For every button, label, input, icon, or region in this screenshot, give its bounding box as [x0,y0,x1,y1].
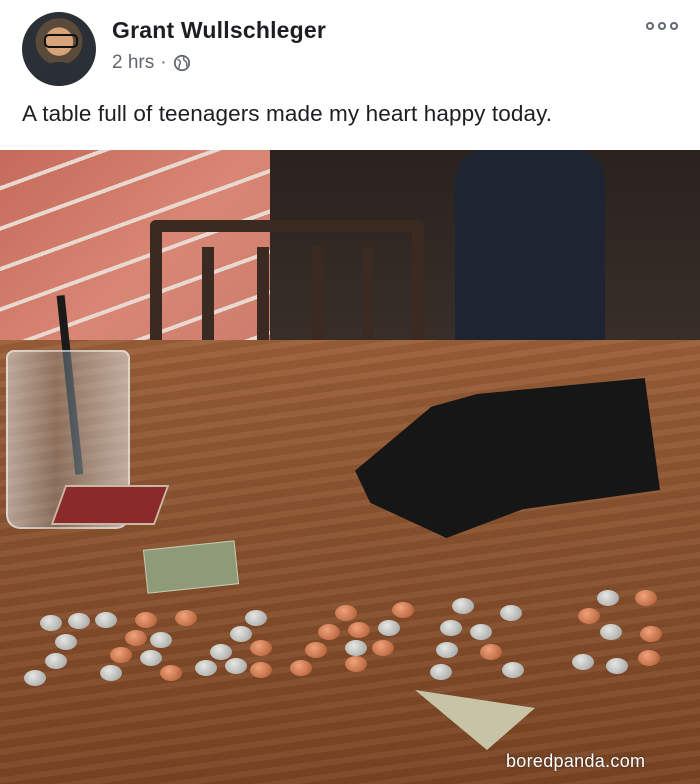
coin [100,665,122,681]
coin [500,605,522,621]
coin [318,624,340,640]
coin [600,624,622,640]
coin [250,662,272,678]
coin [95,612,117,628]
coin [140,650,162,666]
coin [110,647,132,663]
coin [250,640,272,656]
watermark: boredpanda.com [506,751,646,771]
author-avatar[interactable] [22,12,96,86]
coin [210,644,232,660]
coin [597,590,619,606]
coin [335,605,357,621]
coin [572,654,594,670]
coin [150,632,172,648]
more-options-icon[interactable] [646,22,678,30]
post-meta: 2 hrs · [112,52,191,74]
coin [305,642,327,658]
photo-person [455,150,605,350]
coin [230,626,252,642]
coin [378,620,400,636]
coin [348,622,370,638]
coin [635,590,657,606]
coaster [50,485,170,525]
coin [290,660,312,676]
coin [502,662,524,678]
coin [195,660,217,676]
coin [436,642,458,658]
coin [135,612,157,628]
coin [638,650,660,666]
coin [452,598,474,614]
coin [578,608,600,624]
more-dot [670,22,678,30]
coin [392,602,414,618]
coin [440,620,462,636]
coin [640,626,662,642]
post-caption: A table full of teenagers made my heart … [22,101,553,126]
coin [245,610,267,626]
coin [345,656,367,672]
post-photo[interactable] [0,150,700,784]
coin [125,630,147,646]
coin [606,658,628,674]
avatar-glasses [44,34,78,48]
coin [430,664,452,680]
coin [372,640,394,656]
coin [40,615,62,631]
coin [24,670,46,686]
coin [160,665,182,681]
coin [345,640,367,656]
avatar-shirt [30,62,88,86]
meta-separator: · [160,52,167,73]
coin [175,610,197,626]
author-name[interactable]: Grant Wullschleger [112,17,326,44]
post-time[interactable]: 2 hrs [112,52,154,74]
more-dot [646,22,654,30]
coin [45,653,67,669]
more-dot [658,22,666,30]
globe-icon[interactable] [173,54,191,72]
coin [470,624,492,640]
post-header: Grant Wullschleger 2 hrs · [0,0,700,95]
coin [480,644,502,660]
coin [225,658,247,674]
coin [55,634,77,650]
coin [68,613,90,629]
